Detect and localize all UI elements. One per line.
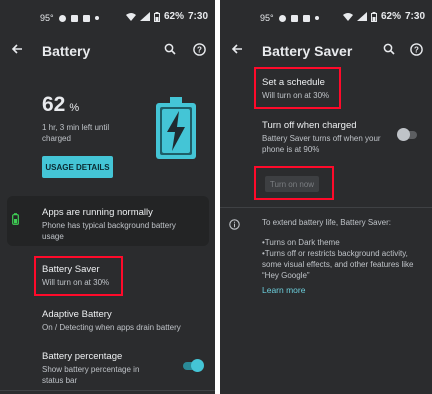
battery-small-icon — [153, 11, 160, 22]
info-icon — [229, 217, 240, 235]
battery-percent-value: 62 — [42, 93, 66, 116]
turn-on-now-button[interactable]: Turn on now — [265, 176, 319, 192]
battery-status-icon — [12, 212, 19, 230]
help-icon[interactable]: ? — [190, 40, 208, 58]
highlight-box — [34, 256, 123, 296]
notification-icon — [290, 14, 298, 22]
battery-percent-text: 62% — [380, 11, 401, 22]
battery-small-icon — [370, 11, 377, 22]
usage-details-button[interactable]: USAGE DETAILS — [42, 156, 113, 178]
notification-icon — [58, 14, 66, 22]
search-icon[interactable] — [380, 40, 398, 58]
svg-text:?: ? — [197, 45, 202, 54]
temperature-text: 95° — [40, 13, 54, 23]
apps-running-normally: Apps are running normally Phone has typi… — [42, 207, 176, 241]
adaptive-battery-item[interactable]: Adaptive Battery On / Detecting when app… — [42, 309, 181, 333]
back-arrow-icon[interactable] — [228, 40, 246, 58]
page-title: Battery — [42, 43, 91, 59]
battery-screen: 95° 62% 7:30 Battery ? 62% 1 hr, 3 min l… — [0, 0, 215, 394]
notification-icon — [70, 14, 78, 22]
temperature-text: 95° — [260, 13, 274, 23]
battery-charging-icon — [156, 97, 196, 164]
learn-more-link[interactable]: Learn more — [262, 285, 305, 295]
status-bar: 95° 62% 7:30 — [0, 0, 215, 30]
notification-icon — [94, 16, 99, 20]
signal-icon — [356, 12, 367, 21]
battery-percent-text: 62% — [163, 11, 184, 22]
notification-icon — [82, 14, 90, 22]
page-title: Battery Saver — [262, 43, 353, 59]
help-icon[interactable]: ? — [407, 40, 425, 58]
clock-text: 7:30 — [404, 11, 425, 22]
status-bar: 95° 62% 7:30 — [220, 0, 432, 30]
svg-text:?: ? — [414, 45, 419, 54]
battery-percentage: 62% — [42, 93, 79, 117]
battery-percentage-toggle[interactable] — [183, 359, 205, 373]
notification-icon — [278, 14, 286, 22]
back-arrow-icon[interactable] — [8, 40, 26, 58]
percent-sign: % — [69, 102, 80, 114]
battery-saver-screen: 95° 62% 7:30 Battery Saver ? Set a sched… — [220, 0, 432, 394]
wifi-icon — [342, 13, 353, 21]
highlight-box — [254, 67, 341, 109]
signal-icon — [139, 12, 150, 21]
turn-off-when-charged-item[interactable]: Turn off when charged Battery Saver turn… — [262, 120, 381, 155]
battery-percentage-item[interactable]: Battery percentage Show battery percenta… — [42, 351, 139, 386]
clock-text: 7:30 — [187, 11, 208, 22]
notification-icon — [302, 14, 310, 22]
time-left-text: 1 hr, 3 min left until charged — [42, 123, 110, 143]
notification-icon — [314, 16, 319, 20]
wifi-icon — [125, 13, 136, 21]
turn-off-when-charged-toggle[interactable] — [397, 128, 419, 142]
search-icon[interactable] — [161, 40, 179, 58]
info-text: To extend battery life, Battery Saver: •… — [262, 218, 414, 280]
